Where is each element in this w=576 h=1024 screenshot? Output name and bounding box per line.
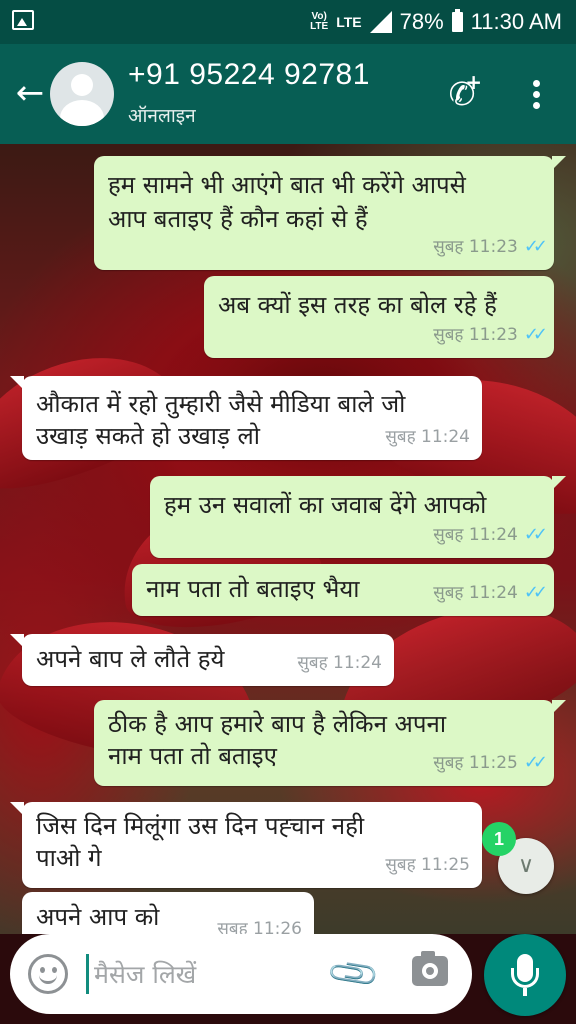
message-time: सुबह 11:24 [433, 525, 518, 545]
message-bubble-outgoing[interactable]: हम उन सवालों का जवाब देंगे आपको सुबह 11:… [150, 476, 566, 558]
signal-icon [369, 11, 392, 33]
message-time: सुबह 11:26 [217, 919, 302, 934]
clock: 11:30 AM [470, 9, 562, 34]
message-time: सुबह 11:23 [433, 325, 518, 345]
chat-area[interactable]: हम सामने भी आएंगे बात भी करेंगे आपसे आप … [0, 144, 576, 934]
message-bubble-outgoing[interactable]: अब क्यों इस तरह का बोल रहे हैं सुबह 11:2… [204, 276, 554, 358]
message-time: सुबह 11:23 [433, 237, 518, 257]
message-meta: सुबह 11:25 ✓✓ [433, 746, 548, 780]
more-vert-icon[interactable] [520, 74, 552, 114]
message-bubble-incoming[interactable]: अपने बाप ले लौते हये सुबह 11:24 [10, 634, 394, 686]
battery-percent: 78% [399, 9, 444, 34]
message-bubble-incoming[interactable]: औकात में रहो तुम्हारी जैसे मीडिया बाले ज… [10, 376, 482, 460]
camera-icon[interactable] [412, 951, 448, 986]
message-meta: सुबह 11:24 ✓✓ [433, 576, 548, 610]
double-chevron-down-icon: ∨ [517, 853, 535, 878]
message-text: हम सामने भी आएंगे बात भी करेंगे आपसे आप … [108, 171, 466, 233]
message-meta: सुबह 11:24 [385, 420, 470, 454]
status-bar-right: Vo) LTE LTE 78% 11:30 AM [310, 6, 562, 38]
read-ticks-icon: ✓✓ [523, 752, 548, 773]
avatar-head [71, 74, 93, 96]
chat-header: ← +91 95224 92781 ऑनलाइन ✆ + [0, 44, 576, 144]
text-caret [86, 954, 89, 994]
message-text: हम उन सवालों का जवाब देंगे आपको [164, 491, 487, 519]
read-ticks-icon: ✓✓ [523, 324, 548, 345]
mic-base [523, 988, 527, 996]
mic-button[interactable] [484, 934, 566, 1016]
gallery-notification-icon [12, 10, 34, 30]
message-meta: सुबह 11:23 ✓✓ [433, 230, 548, 264]
message-input[interactable] [94, 954, 324, 994]
back-arrow-icon[interactable]: ← [10, 74, 50, 114]
unread-count-badge: 1 [482, 822, 516, 856]
message-bubble-outgoing[interactable]: ठीक है आप हमारे बाप है लेकिन अपना नाम पत… [94, 700, 566, 786]
message-bubble-outgoing[interactable]: नाम पता तो बताइए भैया सुबह 11:24 ✓✓ [132, 564, 554, 616]
lte-indicator: LTE [336, 14, 362, 30]
read-ticks-icon: ✓✓ [523, 236, 548, 257]
message-meta: सुबह 11:24 [297, 646, 382, 680]
add-call-icon[interactable]: ✆ + [440, 72, 484, 116]
message-time: सुबह 11:24 [385, 427, 470, 447]
plus-icon: + [465, 70, 482, 94]
battery-icon [451, 9, 463, 32]
volte-indicator: Vo) LTE [310, 11, 329, 32]
emoji-icon[interactable] [28, 954, 68, 994]
message-time: सुबह 11:24 [297, 653, 382, 673]
message-bubble-incoming[interactable]: जिस दिन मिलूंगा उस दिन पह्चान नही पाओ गे… [10, 802, 482, 888]
message-bubble-outgoing[interactable]: हम सामने भी आएंगे बात भी करेंगे आपसे आप … [94, 156, 566, 270]
avatar-body [60, 100, 104, 126]
read-ticks-icon: ✓✓ [523, 582, 548, 603]
message-bubble-incoming[interactable]: अपने आप को सुबह 11:26 [22, 892, 314, 934]
status-bar: Vo) LTE LTE 78% 11:30 AM [0, 0, 576, 44]
message-composer: 📎 [10, 934, 472, 1014]
message-time: सुबह 11:25 [385, 855, 470, 875]
attach-icon[interactable]: 📎 [323, 943, 385, 1005]
message-meta: सुबह 11:25 [385, 848, 470, 882]
message-text: अब क्यों इस तरह का बोल रहे हैं [218, 291, 497, 319]
contact-status: ऑनलाइन [128, 105, 196, 127]
message-meta: सुबह 11:26 [217, 912, 302, 934]
mic-stand [511, 968, 539, 988]
message-time: सुबह 11:25 [433, 753, 518, 773]
contact-name[interactable]: +91 95224 92781 [128, 58, 370, 92]
message-time: सुबह 11:24 [433, 583, 518, 603]
message-meta: सुबह 11:24 ✓✓ [433, 518, 548, 552]
avatar[interactable] [50, 62, 114, 126]
message-meta: सुबह 11:23 ✓✓ [433, 318, 548, 352]
read-ticks-icon: ✓✓ [523, 524, 548, 545]
